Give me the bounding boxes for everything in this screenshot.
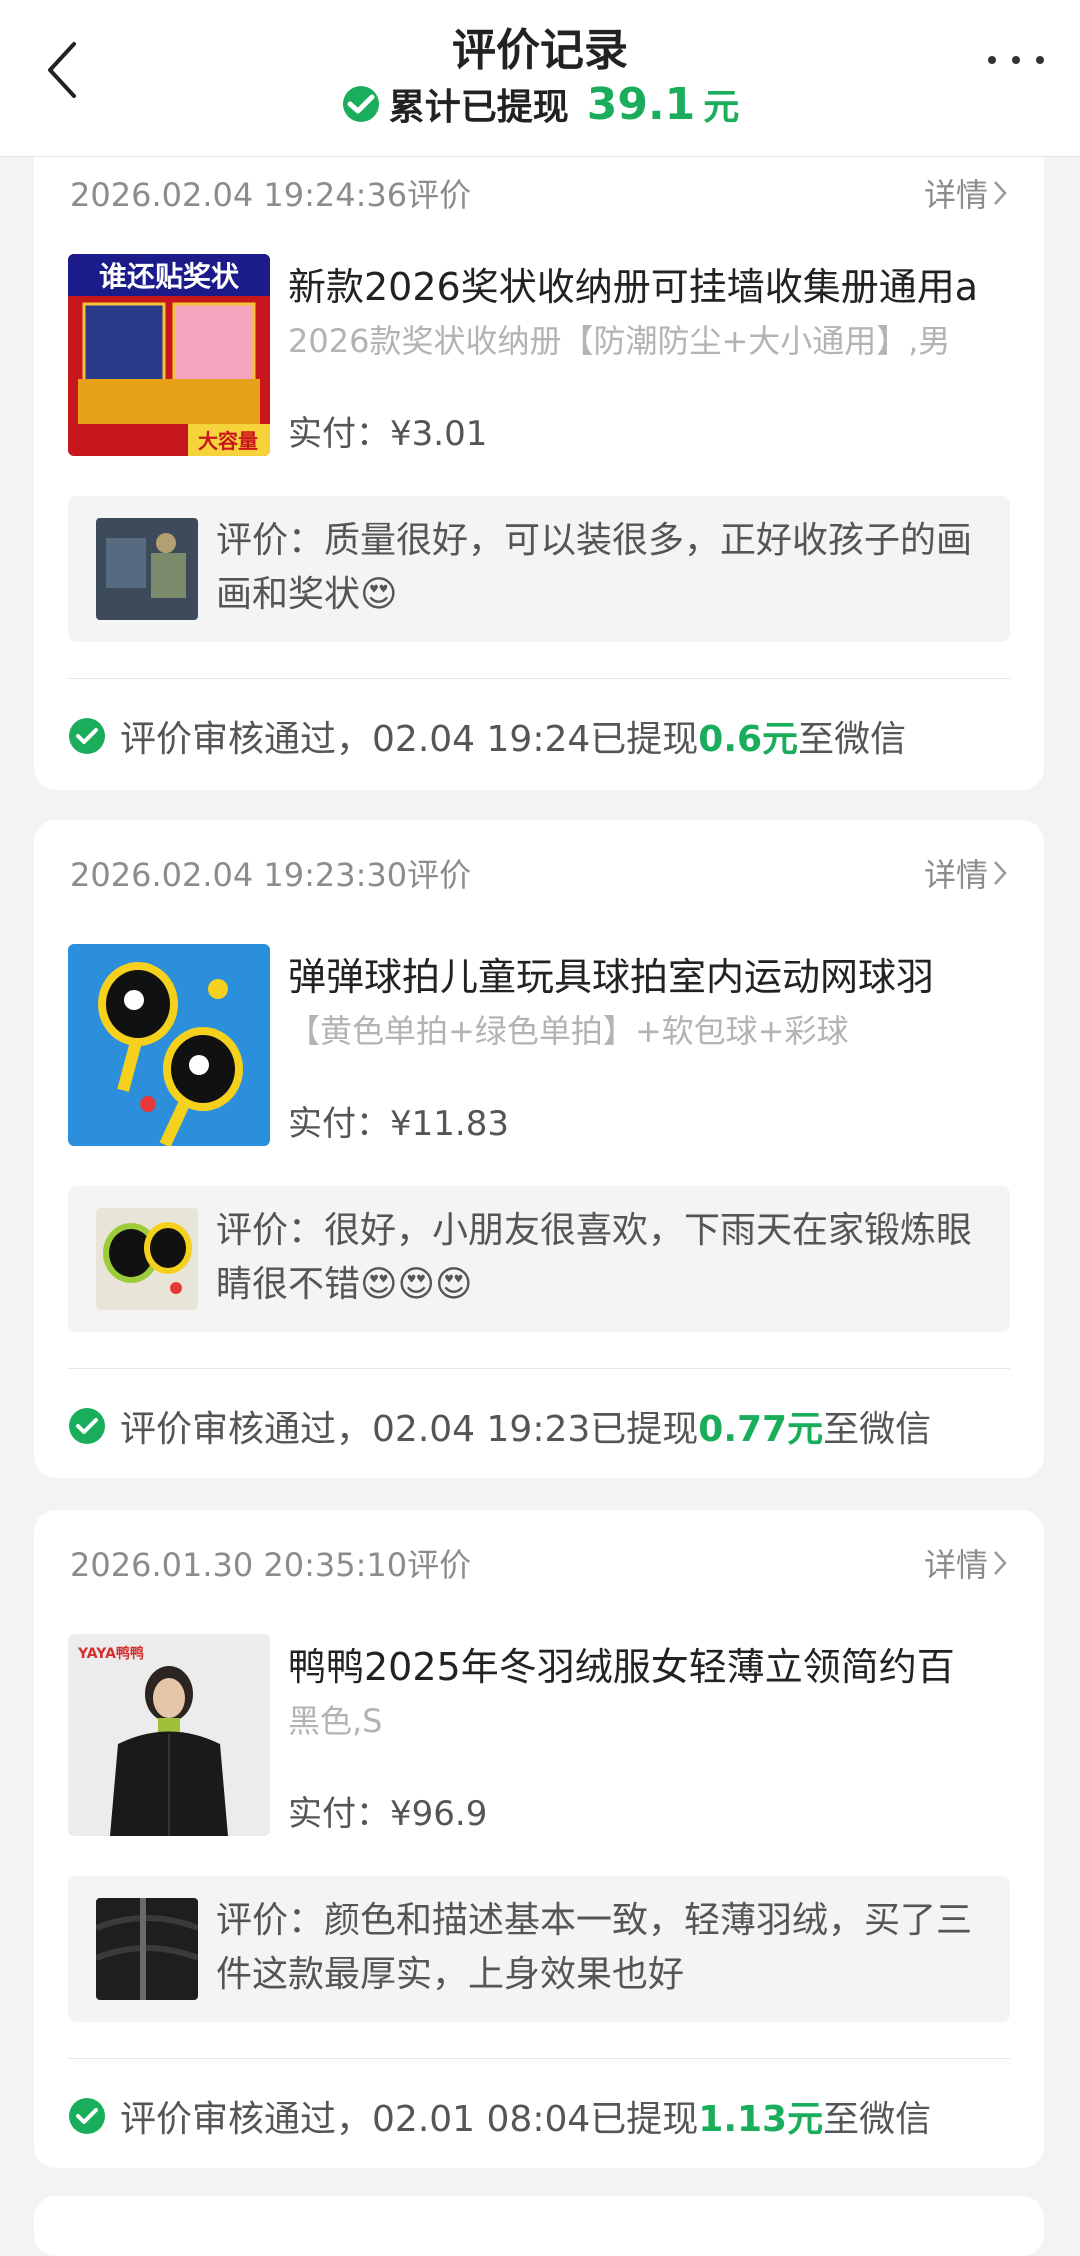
- product-spec: 【黄色单拍+绿色单拍】+软包球+彩球: [288, 1012, 849, 1050]
- paid-amount: 实付：¥3.01: [288, 414, 488, 454]
- product-name[interactable]: 弹弹球拍儿童玩具球拍室内运动网球羽: [288, 946, 1008, 1001]
- check-circle-icon: [69, 718, 105, 754]
- total-amount: 39.1: [586, 78, 696, 130]
- product-name[interactable]: 鸭鸭2025年冬羽绒服女轻薄立领简约百: [288, 1636, 1008, 1691]
- divider: [68, 678, 1010, 679]
- product-name[interactable]: 新款2026奖状收纳册可挂墙收集册通用a: [288, 256, 1008, 311]
- review-box: 评价：质量很好，可以装很多，正好收孩子的画画和奖状😍: [68, 496, 1010, 642]
- review-card: 2026.01.30 20:35:10评价 详情 YAYA鸭鸭 鸭鸭2025年冬…: [34, 1510, 1044, 2168]
- detail-label: 详情: [923, 176, 988, 214]
- page-title: 评价记录: [452, 25, 628, 76]
- detail-link[interactable]: 详情: [924, 1540, 1008, 1586]
- chevron-right-icon: [994, 181, 1007, 205]
- total-unit: 元: [703, 87, 740, 128]
- top-bar: 评价记录 累计已提现 39.1 元: [0, 0, 1080, 157]
- total-withdrawn: 累计已提现 39.1 元: [0, 78, 1080, 130]
- product-image-caption: YAYA鸭鸭: [77, 1645, 144, 1662]
- product-image[interactable]: 谁还贴奖状 大容量: [68, 254, 270, 456]
- review-card: 2026.02.04 19:24:36评价 详情 谁还贴奖状 大容量 新款202…: [34, 110, 1044, 790]
- wechat-pay-icon: [342, 86, 379, 122]
- check-circle-icon: [69, 2098, 105, 2134]
- review-text: 评价：质量很好，可以装很多，正好收孩子的画画和奖状😍: [216, 520, 973, 615]
- review-photo[interactable]: [96, 518, 198, 620]
- divider: [68, 1368, 1010, 1369]
- chevron-right-icon: [994, 861, 1007, 885]
- detail-label: 详情: [923, 1546, 988, 1584]
- cashback-status: 评价审核通过，02.04 19:24已提现0.6元至微信: [68, 710, 906, 762]
- more-icon[interactable]: [988, 40, 1044, 80]
- detail-link[interactable]: 详情: [924, 170, 1008, 216]
- review-time: 2026.02.04 19:24:36评价: [70, 176, 472, 214]
- check-circle-icon: [69, 1408, 105, 1444]
- divider: [68, 2058, 1010, 2059]
- chevron-right-icon: [994, 1551, 1007, 1575]
- review-time: 2026.02.04 19:23:30评价: [70, 856, 472, 894]
- paid-amount: 实付：¥96.9: [288, 1794, 488, 1834]
- review-card-partial: [34, 2196, 1044, 2256]
- product-image-badge: 大容量: [198, 429, 258, 453]
- review-photo[interactable]: [96, 1898, 198, 2000]
- total-label: 累计已提现: [388, 87, 569, 128]
- review-time: 2026.01.30 20:35:10评价: [70, 1546, 472, 1584]
- review-box: 评价：很好，小朋友很喜欢，下雨天在家锻炼眼睛很不错😍😍😍: [68, 1186, 1010, 1332]
- product-image-caption: 谁还贴奖状: [99, 260, 240, 293]
- review-box: 评价：颜色和描述基本一致，轻薄羽绒，买了三件这款最厚实，上身效果也好: [68, 1876, 1010, 2022]
- review-photo[interactable]: [96, 1208, 198, 1310]
- cashback-status: 评价审核通过，02.04 19:23已提现0.77元至微信: [68, 1400, 931, 1452]
- review-text: 评价：很好，小朋友很喜欢，下雨天在家锻炼眼睛很不错😍😍😍: [216, 1210, 973, 1305]
- paid-amount: 实付：¥11.83: [288, 1104, 509, 1144]
- product-image[interactable]: [68, 944, 270, 1146]
- review-text: 评价：颜色和描述基本一致，轻薄羽绒，买了三件这款最厚实，上身效果也好: [216, 1900, 973, 1995]
- review-card: 2026.02.04 19:23:30评价 详情 弹弹球拍儿童玩具球拍室内运动网…: [34, 820, 1044, 1478]
- detail-link[interactable]: 详情: [924, 850, 1008, 896]
- product-spec: 黑色,S: [288, 1702, 383, 1740]
- product-image[interactable]: YAYA鸭鸭: [68, 1634, 270, 1836]
- product-spec: 2026款奖状收纳册【防潮防尘+大小通用】,男: [288, 322, 951, 360]
- detail-label: 详情: [923, 856, 988, 894]
- cashback-status: 评价审核通过，02.01 08:04已提现1.13元至微信: [68, 2090, 931, 2142]
